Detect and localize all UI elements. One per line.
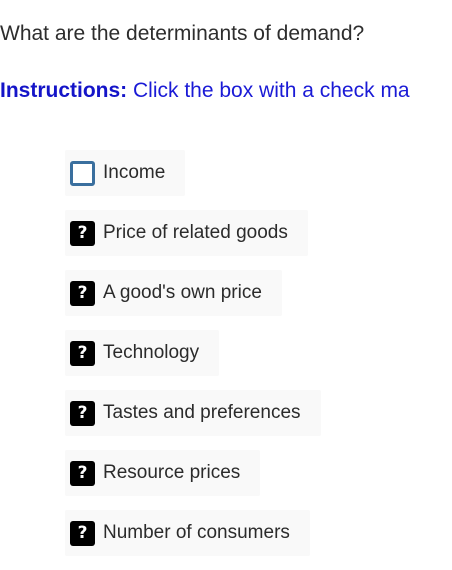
option-number-of-consumers[interactable]: ? Number of consumers xyxy=(65,510,310,556)
option-goods-own-price[interactable]: ? A good's own price xyxy=(65,270,282,316)
empty-checkbox-icon[interactable] xyxy=(70,160,95,186)
option-label: Technology xyxy=(103,342,200,363)
option-price-of-related-goods[interactable]: ? Price of related goods xyxy=(65,210,308,256)
question-mark-icon[interactable]: ? xyxy=(70,460,95,486)
instructions: Instructions: Click the box with a check… xyxy=(0,77,410,105)
instructions-text: Click the box with a check ma xyxy=(127,79,410,102)
option-label: A good's own price xyxy=(103,282,262,303)
question-mark-icon[interactable]: ? xyxy=(70,340,95,366)
question-text: What are the determinants of demand? xyxy=(0,22,365,45)
option-technology[interactable]: ? Technology xyxy=(65,330,220,376)
option-tastes-and-preferences[interactable]: ? Tastes and preferences xyxy=(65,390,321,436)
option-label: Resource prices xyxy=(103,462,241,483)
option-income[interactable]: Income xyxy=(65,150,186,196)
option-resource-prices[interactable]: ? Resource prices xyxy=(65,450,261,496)
option-label: Number of consumers xyxy=(103,522,290,543)
option-label: Income xyxy=(103,162,166,183)
option-label: Price of related goods xyxy=(103,222,288,243)
instructions-label: Instructions: xyxy=(0,79,128,102)
question-mark-icon[interactable]: ? xyxy=(70,520,95,546)
options-list: Income ? Price of related goods ? A good… xyxy=(65,150,321,570)
question-mark-icon[interactable]: ? xyxy=(70,400,95,426)
question-mark-icon[interactable]: ? xyxy=(70,220,95,246)
question-mark-icon[interactable]: ? xyxy=(70,280,95,306)
option-label: Tastes and preferences xyxy=(103,402,301,423)
